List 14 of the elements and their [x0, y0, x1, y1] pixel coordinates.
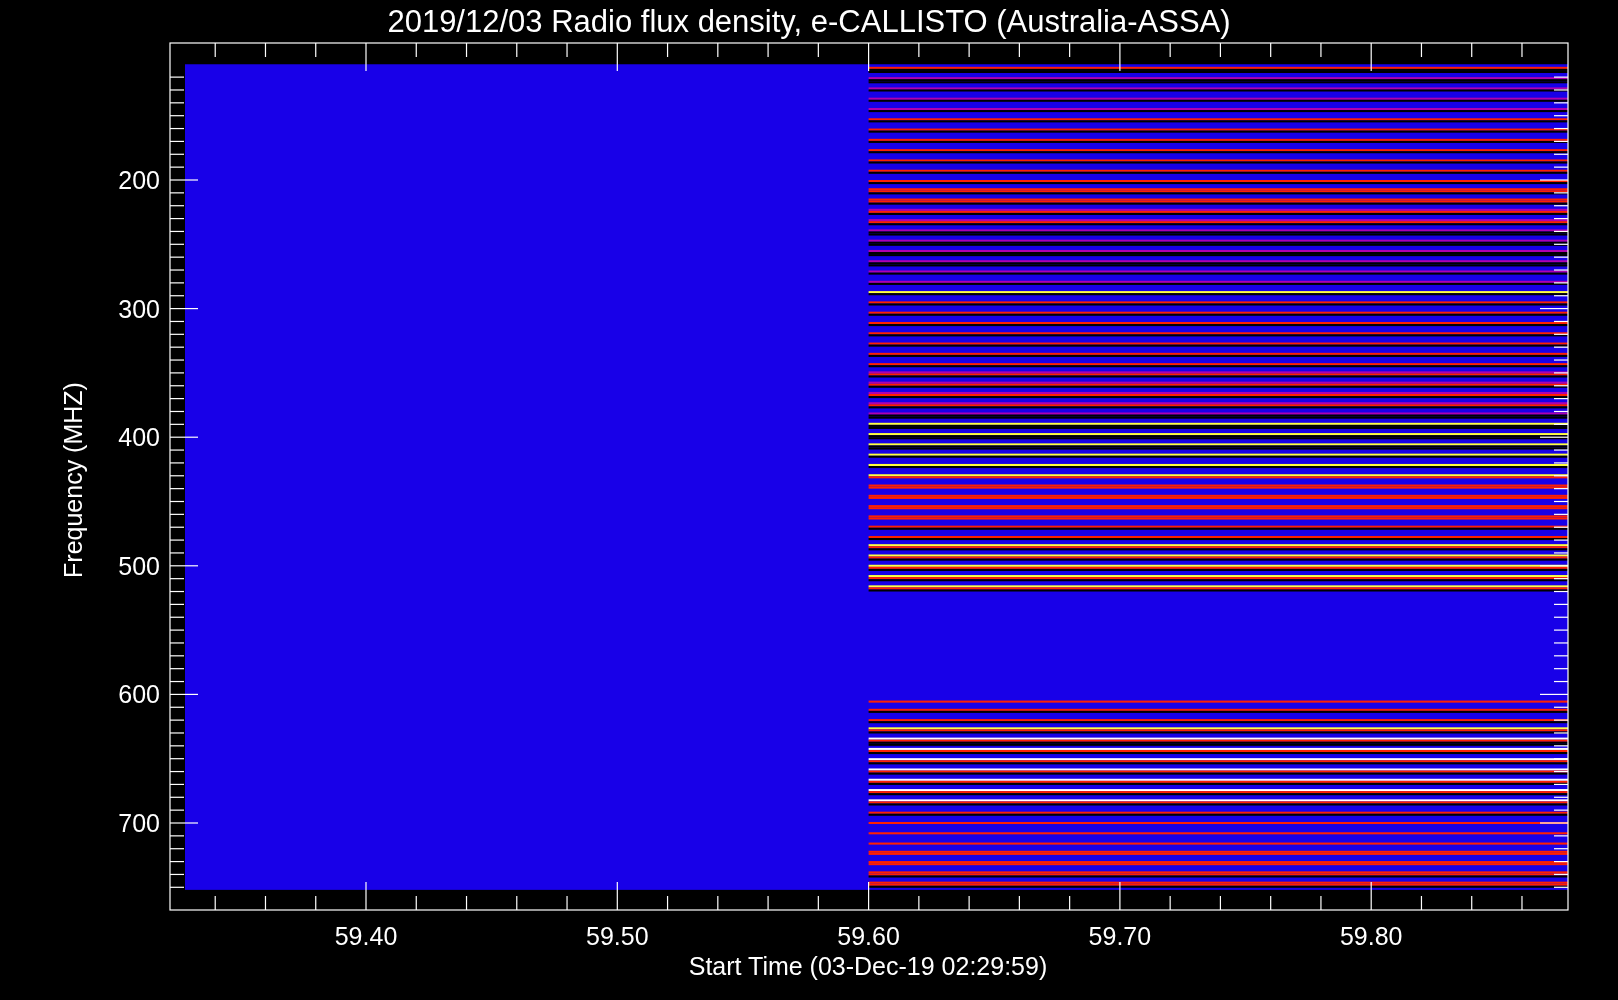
- y-tick-label: 400: [118, 423, 160, 452]
- y-axis-label: Frequency (MHZ): [59, 382, 87, 578]
- x-tick-label: 59.80: [1339, 922, 1403, 950]
- x-tick-label: 59.70: [1088, 922, 1152, 950]
- x-tick-label: 59.50: [586, 922, 649, 950]
- chart-title: 2019/12/03 Radio flux density, e-CALLISTO (Australia-ASSA): [387, 4, 1231, 39]
- x-tick-label: 59.60: [837, 922, 900, 950]
- y-tick-label: 300: [118, 294, 160, 323]
- y-tick-label: 700: [118, 809, 160, 837]
- x-axis-label: Start Time (03-Dec-19 02:29:59): [688, 952, 1048, 980]
- y-tick-label: 500: [118, 551, 160, 580]
- x-tick-label: 59.40: [334, 922, 398, 950]
- y-tick-label: 600: [118, 680, 160, 709]
- y-tick-label: 200: [118, 166, 160, 194]
